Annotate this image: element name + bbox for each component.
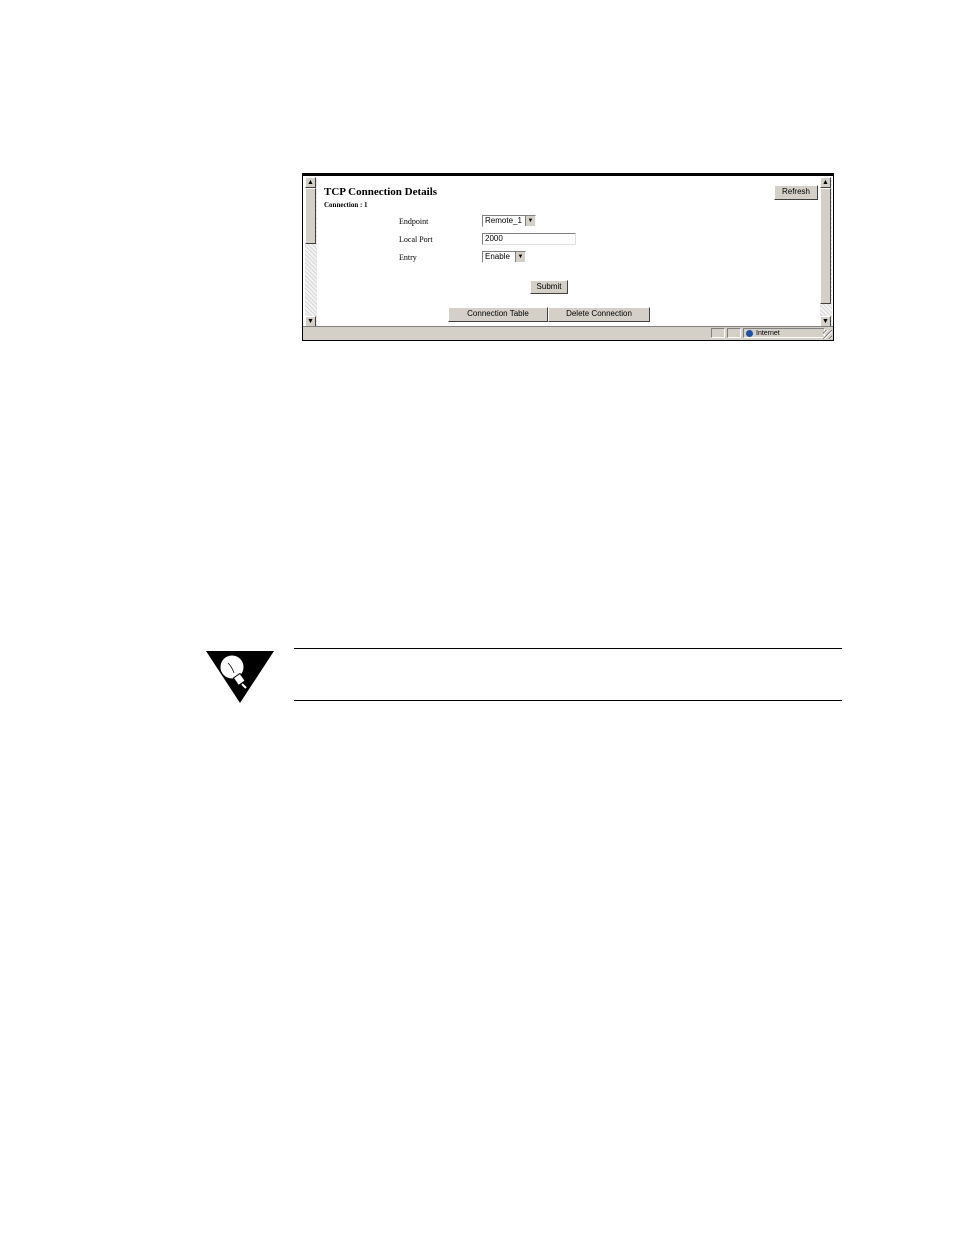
endpoint-label: Endpoint	[399, 217, 429, 226]
local-port-label: Local Port	[399, 235, 433, 244]
zone-label: Internet	[756, 330, 780, 337]
page-content: TCP Connection Details Connection : 1 Re…	[318, 177, 819, 327]
entry-select-value: Enable	[485, 252, 510, 261]
left-scrollbar[interactable]: ▲ ▼	[305, 177, 317, 327]
chevron-down-icon[interactable]: ▼	[515, 252, 525, 262]
internet-globe-icon	[746, 330, 753, 337]
security-zone: Internet	[743, 328, 825, 338]
note-top-rule	[294, 648, 842, 649]
scroll-thumb[interactable]	[305, 188, 316, 244]
resize-grip-icon[interactable]	[823, 330, 832, 339]
local-port-input[interactable]: 2000	[482, 233, 576, 245]
endpoint-select-value: Remote_1	[485, 216, 522, 225]
scroll-up-button[interactable]: ▲	[820, 177, 831, 188]
window-top-border	[303, 174, 833, 176]
endpoint-select[interactable]: Remote_1 ▼	[482, 215, 536, 227]
connection-table-button[interactable]: Connection Table	[448, 307, 548, 322]
entry-select[interactable]: Enable ▼	[482, 251, 526, 263]
browser-window: ▲ ▼ TCP Connection Details Connection : …	[302, 173, 834, 341]
submit-button[interactable]: Submit	[530, 280, 568, 294]
scroll-up-button[interactable]: ▲	[305, 177, 316, 188]
entry-label: Entry	[399, 253, 417, 262]
connection-label: Connection : 1	[324, 201, 368, 209]
right-scrollbar[interactable]: ▲ ▼	[820, 177, 832, 327]
lightbulb-tip-icon	[206, 651, 274, 703]
status-pane	[711, 328, 725, 338]
chevron-down-icon[interactable]: ▼	[525, 216, 535, 226]
status-bar: Internet	[303, 326, 833, 340]
page-title: TCP Connection Details	[324, 186, 438, 198]
note-bottom-rule	[294, 700, 842, 701]
status-pane	[727, 328, 741, 338]
scroll-thumb[interactable]	[820, 188, 831, 304]
refresh-button[interactable]: Refresh	[774, 185, 818, 200]
delete-connection-button[interactable]: Delete Connection	[548, 307, 650, 322]
